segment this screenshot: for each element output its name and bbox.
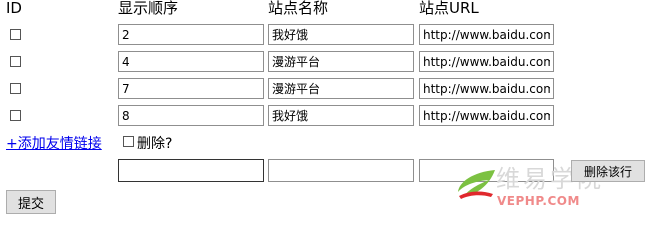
site-name-input[interactable] (268, 78, 414, 99)
row-select-checkbox[interactable] (10, 56, 21, 67)
header-site-name: 站点名称 (268, 0, 329, 17)
new-site-name-input[interactable] (268, 159, 414, 182)
site-name-input[interactable] (268, 24, 414, 45)
site-name-input[interactable] (268, 105, 414, 126)
header-site-url: 站点URL (419, 0, 479, 17)
row-select-checkbox[interactable] (10, 83, 21, 94)
header-display-order: 显示顺序 (118, 0, 179, 17)
display-order-input[interactable] (118, 24, 264, 45)
row-select-checkbox[interactable] (10, 110, 21, 121)
display-order-input[interactable] (118, 105, 264, 126)
delete-row-button[interactable]: 删除该行 (571, 160, 645, 182)
display-order-input[interactable] (118, 78, 264, 99)
display-order-input[interactable] (118, 51, 264, 72)
delete-label: 删除? (137, 136, 173, 152)
site-url-input[interactable] (419, 105, 554, 126)
site-url-input[interactable] (419, 24, 554, 45)
delete-checkbox[interactable] (123, 136, 134, 147)
new-site-url-input[interactable] (419, 159, 554, 182)
add-friend-link[interactable]: +添加友情链接 (6, 133, 102, 153)
header-id: ID (6, 0, 22, 17)
submit-button[interactable]: 提交 (6, 190, 56, 214)
site-name-input[interactable] (268, 51, 414, 72)
site-url-input[interactable] (419, 51, 554, 72)
site-url-input[interactable] (419, 78, 554, 99)
row-select-checkbox[interactable] (10, 29, 21, 40)
new-display-order-input[interactable] (118, 159, 264, 182)
watermark-text-en: VEPHP.COM (497, 194, 580, 208)
